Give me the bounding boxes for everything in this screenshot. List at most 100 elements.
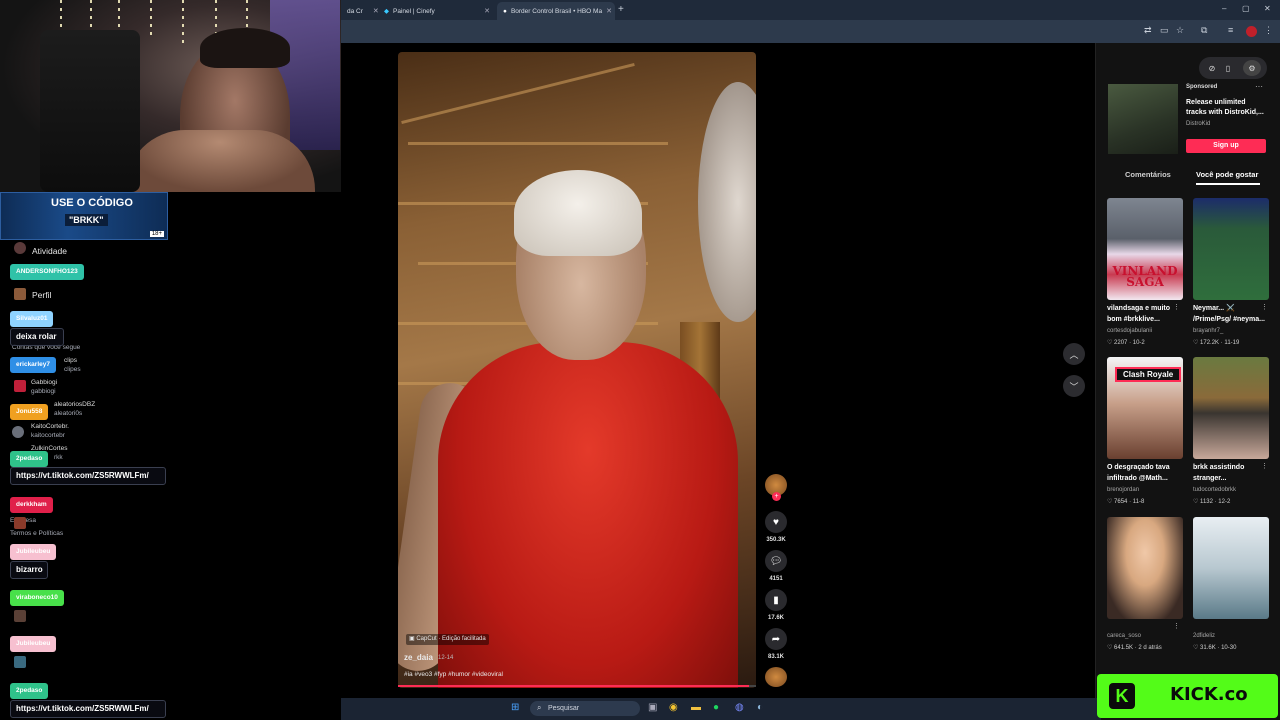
discord-icon[interactable]: ◍: [735, 702, 744, 713]
task-view-icon[interactable]: ▣: [648, 702, 657, 713]
comment-icon: 💬︎: [769, 555, 783, 567]
sidebar-account-name[interactable]: aleatoriosDBZ: [54, 401, 95, 408]
save-button[interactable]: ▮: [765, 589, 787, 611]
video-player[interactable]: [398, 52, 756, 688]
sidebar-account-name[interactable]: clips: [64, 357, 77, 364]
spotify-icon[interactable]: ●: [713, 702, 719, 713]
chat-username: 2pedaso: [10, 683, 49, 699]
maximize-button[interactable]: ▢: [1242, 4, 1250, 13]
avatar: [12, 426, 24, 438]
video-card-title[interactable]: O desgraçado tava infiltrado @Math...: [1107, 462, 1181, 484]
video-card-user[interactable]: careca_soso: [1107, 633, 1141, 639]
ad-thumbnail[interactable]: [1108, 84, 1178, 154]
video-card-thumbnail[interactable]: [1193, 357, 1269, 459]
sidebar-account-name[interactable]: Gabbiogi: [31, 379, 57, 386]
card-more-icon[interactable]: ⋮: [1261, 303, 1268, 311]
share-icon: ➦: [771, 633, 781, 645]
video-card-user[interactable]: brayanhr7_: [1193, 328, 1223, 334]
video-card-thumbnail[interactable]: Clash Royale: [1107, 357, 1183, 459]
bookmark-star-icon[interactable]: ☆: [1176, 25, 1184, 36]
cast-icon[interactable]: ▭: [1160, 25, 1169, 36]
steam-icon[interactable]: ◐: [757, 702, 763, 713]
translate-icon[interactable]: ⇄: [1144, 25, 1152, 36]
card-more-icon[interactable]: ⋮: [1261, 462, 1268, 470]
heart-outline-icon: ♡: [1193, 340, 1201, 346]
next-video-button[interactable]: ﹀: [1063, 375, 1085, 397]
tab-title: Painel | Cinefy: [393, 7, 435, 15]
video-card-stats: ♡ 641.5K · 2 d atrás: [1107, 645, 1162, 651]
close-icon[interactable]: ✕: [484, 7, 490, 15]
sidebar-item-perfil[interactable]: Perfil: [32, 290, 51, 300]
video-hashtags[interactable]: #ia #veo3 #fyp #humor #videoviral: [404, 671, 503, 678]
active-tab-indicator: [1196, 183, 1260, 185]
ad-title[interactable]: Release unlimited tracks with DistroKid,…: [1186, 98, 1268, 118]
video-card-thumbnail[interactable]: [1193, 198, 1269, 300]
video-card-user[interactable]: cortesdojabulanii: [1107, 328, 1152, 334]
cinefy-icon: ◆: [384, 8, 389, 15]
clash-royale-overlay: Clash Royale: [1115, 367, 1182, 382]
bookmark-icon: ▮: [773, 594, 779, 606]
device-icon[interactable]: ▯: [1219, 60, 1237, 76]
taskbar-search[interactable]: Pesquisar: [530, 701, 640, 716]
browser-toolbar: [341, 20, 1280, 43]
card-more-icon[interactable]: ⋮: [1173, 303, 1180, 311]
follow-plus-icon[interactable]: +: [772, 492, 781, 501]
video-card-user[interactable]: 2dfideliz: [1193, 633, 1215, 639]
ad-signup-button[interactable]: Sign up: [1186, 139, 1266, 153]
windows-start-icon[interactable]: ⊞: [511, 702, 519, 713]
previous-video-button[interactable]: ︿: [1063, 343, 1085, 365]
like-count: 350.3K: [766, 537, 786, 543]
chat-username: 2pedaso: [10, 451, 49, 467]
promo-code: "BRKK": [65, 214, 108, 226]
video-card-title[interactable]: vilandsaga e muito bom #brkklive...: [1107, 303, 1181, 325]
age-rating-badge: 18+: [149, 231, 164, 237]
video-card-title[interactable]: Neymar... ⚔️ /Prime/Psg/ #neyma...: [1193, 303, 1267, 325]
kick-logo-icon: K: [1109, 683, 1135, 709]
close-icon[interactable]: ✕: [606, 7, 612, 15]
sound-disc-icon[interactable]: [765, 667, 787, 687]
tab-title: da Cr: [347, 7, 363, 15]
video-progress-bar[interactable]: [398, 685, 756, 687]
share-button[interactable]: ➦: [765, 628, 787, 650]
video-card-thumbnail[interactable]: [1193, 517, 1269, 619]
browser-tab-2[interactable]: ◆ Painel | Cinefy ✕: [378, 2, 496, 20]
sidebar-footer-terms[interactable]: Termos e Políticas: [10, 530, 63, 537]
webcam-feed: [0, 0, 341, 192]
video-card-user[interactable]: brenojordan: [1107, 487, 1139, 493]
vinland-overlay-text: VINLAND SAGA: [1112, 264, 1178, 289]
browser-tab-3[interactable]: ● Border Control Brasil • HBO Ma ✕: [497, 2, 615, 20]
kick-logo-text: KICK.co: [1170, 684, 1248, 705]
window-close-button[interactable]: ✕: [1264, 4, 1271, 13]
menu-icon[interactable]: ≡: [1228, 25, 1233, 35]
tab-title: Border Control Brasil • HBO Ma: [510, 7, 603, 15]
more-vert-icon[interactable]: ⋮: [1264, 25, 1273, 36]
extensions-icon[interactable]: ⧉: [1201, 25, 1207, 36]
tab-suggested[interactable]: Você pode gostar: [1196, 170, 1258, 179]
chrome-icon[interactable]: ◉: [669, 702, 678, 713]
ad-more-icon[interactable]: ···: [1255, 82, 1263, 91]
video-author[interactable]: ze_daia: [404, 653, 433, 662]
sidebar-account-handle: kaitocortebr: [31, 432, 65, 439]
progress-fill: [398, 685, 749, 687]
video-card-thumbnail[interactable]: VINLAND SAGA: [1107, 198, 1183, 300]
promo-line1: USE O CÓDIGO: [51, 197, 133, 209]
capcut-tag[interactable]: ▣ CapCut · Edição facilitada: [406, 634, 489, 645]
video-card-stats: ♡ 31.6K · 10-30: [1193, 645, 1237, 651]
sidebar-account-name[interactable]: KaitoCortebr.: [31, 423, 69, 430]
promo-banner: USE O CÓDIGO "BRKK" 18+: [0, 192, 168, 240]
tab-comments[interactable]: Comentários: [1125, 170, 1171, 179]
new-tab-button[interactable]: +: [618, 4, 624, 15]
sidebar-item-atividade[interactable]: Atividade: [32, 246, 67, 256]
avatar: [14, 242, 26, 254]
video-card-user[interactable]: tudocortedobrkk: [1193, 487, 1236, 493]
like-button[interactable]: ♥: [765, 511, 787, 533]
file-explorer-icon[interactable]: ▬: [691, 702, 701, 713]
minimize-button[interactable]: –: [1222, 4, 1226, 13]
avatar: [14, 610, 26, 622]
comment-button[interactable]: 💬︎: [765, 550, 787, 572]
card-more-icon[interactable]: ⋮: [1173, 622, 1180, 630]
profile-avatar[interactable]: [1246, 26, 1257, 37]
video-card-title[interactable]: brkk assistindo stranger...: [1193, 462, 1267, 484]
video-card-thumbnail[interactable]: [1107, 517, 1183, 619]
settings-icon[interactable]: ⚙: [1243, 60, 1261, 76]
